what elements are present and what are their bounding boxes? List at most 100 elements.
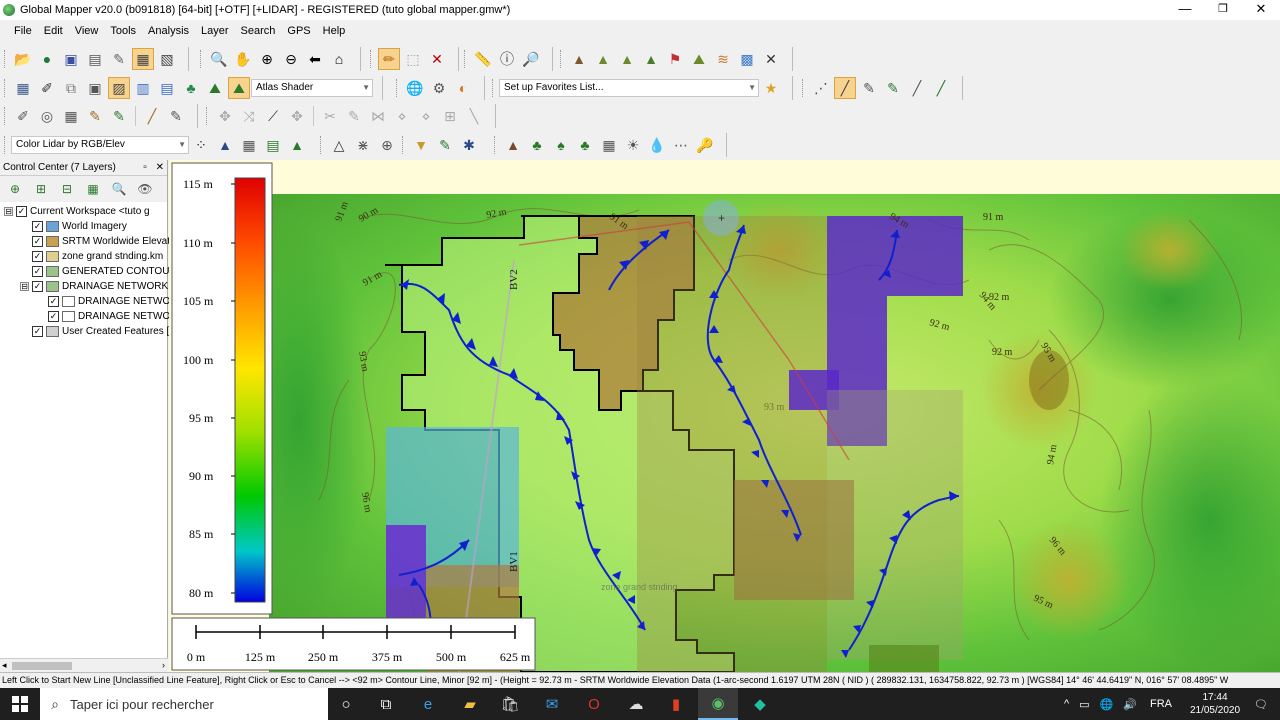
- filter-edit-icon[interactable]: ✎: [434, 134, 456, 156]
- zoom-out-icon[interactable]: ⊖: [280, 48, 302, 70]
- terrain-icon-3[interactable]: ▲: [616, 48, 638, 70]
- flag-icon[interactable]: ⚑: [664, 48, 686, 70]
- key-icon[interactable]: 🔑: [694, 134, 716, 156]
- lidar-class-icon[interactable]: ▤: [262, 134, 284, 156]
- layer-tree-item[interactable]: ✓ GENERATED CONTOUR: [20, 264, 177, 279]
- vertical-scale-icon[interactable]: ▤: [156, 77, 178, 99]
- vegetation-icon[interactable]: ♣: [526, 134, 548, 156]
- fill-icon[interactable]: ✎: [108, 105, 130, 127]
- menu-analysis[interactable]: Analysis: [142, 22, 195, 40]
- lidar-profile-icon[interactable]: ▦: [238, 134, 260, 156]
- triangle-icon[interactable]: △: [328, 134, 350, 156]
- opera-icon[interactable]: O: [574, 688, 614, 720]
- layer-visibility-checkbox[interactable]: ✓: [32, 221, 43, 232]
- layer-visibility-checkbox[interactable]: ✓: [48, 311, 59, 322]
- store-icon[interactable]: 🛍: [490, 688, 530, 720]
- layer-visibility-checkbox[interactable]: ✓: [16, 206, 27, 217]
- shading-icon[interactable]: ▨: [108, 77, 130, 99]
- mail-icon[interactable]: ✉: [532, 688, 572, 720]
- favorites-star-icon[interactable]: ★: [760, 77, 782, 99]
- grid-icon[interactable]: ▦: [12, 77, 34, 99]
- layer-tree-item[interactable]: ⊟ ✓ Current Workspace <tuto g: [4, 204, 150, 219]
- lidar-terrain-icon[interactable]: ▲: [214, 134, 236, 156]
- building-icon[interactable]: ▦: [598, 134, 620, 156]
- menu-gps[interactable]: GPS: [281, 22, 316, 40]
- bridge-icon[interactable]: ⋯: [670, 134, 692, 156]
- settings-gear-icon[interactable]: ⚙: [428, 77, 450, 99]
- pick-icon[interactable]: ✎: [343, 105, 365, 127]
- remove-layer-icon[interactable]: ⊟: [55, 178, 79, 200]
- lidar-color-select[interactable]: Color Lidar by RGB/Elev ▼: [11, 136, 189, 154]
- pin-icon[interactable]: ✐: [36, 77, 58, 99]
- terrain-icon-1[interactable]: ▲: [568, 48, 590, 70]
- app-icon-1[interactable]: ☁: [616, 688, 656, 720]
- menu-view[interactable]: View: [69, 22, 105, 40]
- ground-icon[interactable]: ▲: [502, 134, 524, 156]
- pan-hand-icon[interactable]: ✋: [232, 48, 254, 70]
- layer-tree-item[interactable]: ✓ DRAINAGE NETWOR: [36, 294, 177, 309]
- scroll-right-icon[interactable]: ›: [162, 660, 165, 670]
- map-view[interactable]: 90 m 92 m 91 m 91 m 91 m 91 m 92 m 94 m …: [169, 160, 1280, 672]
- app-icon-2[interactable]: ◆: [740, 688, 780, 720]
- line-split-icon[interactable]: ╱: [906, 77, 928, 99]
- 3d-icon[interactable]: ⧉: [60, 77, 82, 99]
- network-icon[interactable]: 🌐: [1100, 698, 1114, 711]
- zoom-to-layer-icon[interactable]: ⊕: [3, 178, 27, 200]
- layer-options-icon[interactable]: ▦: [81, 178, 105, 200]
- show-hidden-icons[interactable]: ^: [1064, 698, 1069, 710]
- layers-icon[interactable]: ▦: [132, 48, 154, 70]
- target-icon[interactable]: ◎: [36, 105, 58, 127]
- move-icon[interactable]: ✥: [214, 105, 236, 127]
- move-feature-icon[interactable]: ✥: [286, 105, 308, 127]
- add-layer-icon[interactable]: ⊞: [29, 178, 53, 200]
- globe-icon[interactable]: ●: [36, 48, 58, 70]
- expand-toggle-icon[interactable]: ⊟: [20, 282, 29, 291]
- atlas-shader-icon[interactable]: ⛰: [228, 77, 250, 99]
- map-canvas[interactable]: 90 m 92 m 91 m 91 m 91 m 91 m 92 m 94 m …: [169, 160, 1280, 672]
- path-profile-icon[interactable]: ⛰: [688, 48, 710, 70]
- config-icon[interactable]: ✎: [108, 48, 130, 70]
- measure-ruler-icon[interactable]: 📏: [472, 48, 494, 70]
- back-arrow-icon[interactable]: ⬅: [304, 48, 326, 70]
- feature-info-icon[interactable]: 🔎: [520, 48, 542, 70]
- line-dots-icon[interactable]: ⋰: [810, 77, 832, 99]
- edit-line-icon[interactable]: ✎: [858, 77, 880, 99]
- lidar-points-icon[interactable]: ⁘: [190, 134, 212, 156]
- layer-visibility-checkbox[interactable]: ✓: [48, 296, 59, 307]
- reshape-icon[interactable]: ⟋: [262, 105, 284, 127]
- move-vertex-icon[interactable]: ⤨: [238, 105, 260, 127]
- battery-icon[interactable]: ▭: [1079, 698, 1089, 711]
- clock[interactable]: 17:44 21/05/2020: [1190, 691, 1240, 717]
- scroll-thumb[interactable]: [12, 662, 72, 670]
- pdf-reader-icon[interactable]: ▮: [656, 688, 696, 720]
- lidar-surface-icon[interactable]: ▲: [286, 134, 308, 156]
- terrain-icon-4[interactable]: ▲: [640, 48, 662, 70]
- layer-visibility-checkbox[interactable]: ✓: [32, 266, 43, 277]
- image-icon[interactable]: ▩: [736, 48, 758, 70]
- close-tools-icon[interactable]: ✕: [760, 48, 782, 70]
- global-mapper-taskbar-icon[interactable]: ◉: [698, 688, 738, 720]
- save-icon[interactable]: ▣: [60, 48, 82, 70]
- cluster-icon[interactable]: ✱: [458, 134, 480, 156]
- file-explorer-icon[interactable]: ▰: [450, 688, 490, 720]
- minimize-button[interactable]: —: [1166, 0, 1204, 20]
- table-icon[interactable]: ▦: [60, 105, 82, 127]
- close-window-button[interactable]: ✕: [1242, 0, 1280, 20]
- network-icon[interactable]: ⋈: [367, 105, 389, 127]
- layer-visibility-checkbox[interactable]: ✓: [32, 236, 43, 247]
- terrain-icon-2[interactable]: ▲: [592, 48, 614, 70]
- open-folder-icon[interactable]: 📂: [12, 48, 34, 70]
- line-join-icon[interactable]: ╱: [930, 77, 952, 99]
- menu-edit[interactable]: Edit: [38, 22, 69, 40]
- watershed-tan[interactable]: [637, 216, 827, 672]
- brush-icon[interactable]: ✎: [84, 105, 106, 127]
- home-icon[interactable]: ⌂: [328, 48, 350, 70]
- layer-visibility-checkbox[interactable]: ✓: [32, 251, 43, 262]
- lidar-search-icon[interactable]: ⊕: [376, 134, 398, 156]
- layer-tree-item[interactable]: ✓ User Created Features [: [20, 324, 169, 339]
- tree-icon[interactable]: ♣: [180, 77, 202, 99]
- watershed-purple-small[interactable]: [386, 525, 426, 620]
- edit-feature-icon[interactable]: ✎: [165, 105, 187, 127]
- menu-file[interactable]: File: [8, 22, 38, 40]
- layer-tree-item[interactable]: ✓ zone grand stnding.km: [20, 249, 163, 264]
